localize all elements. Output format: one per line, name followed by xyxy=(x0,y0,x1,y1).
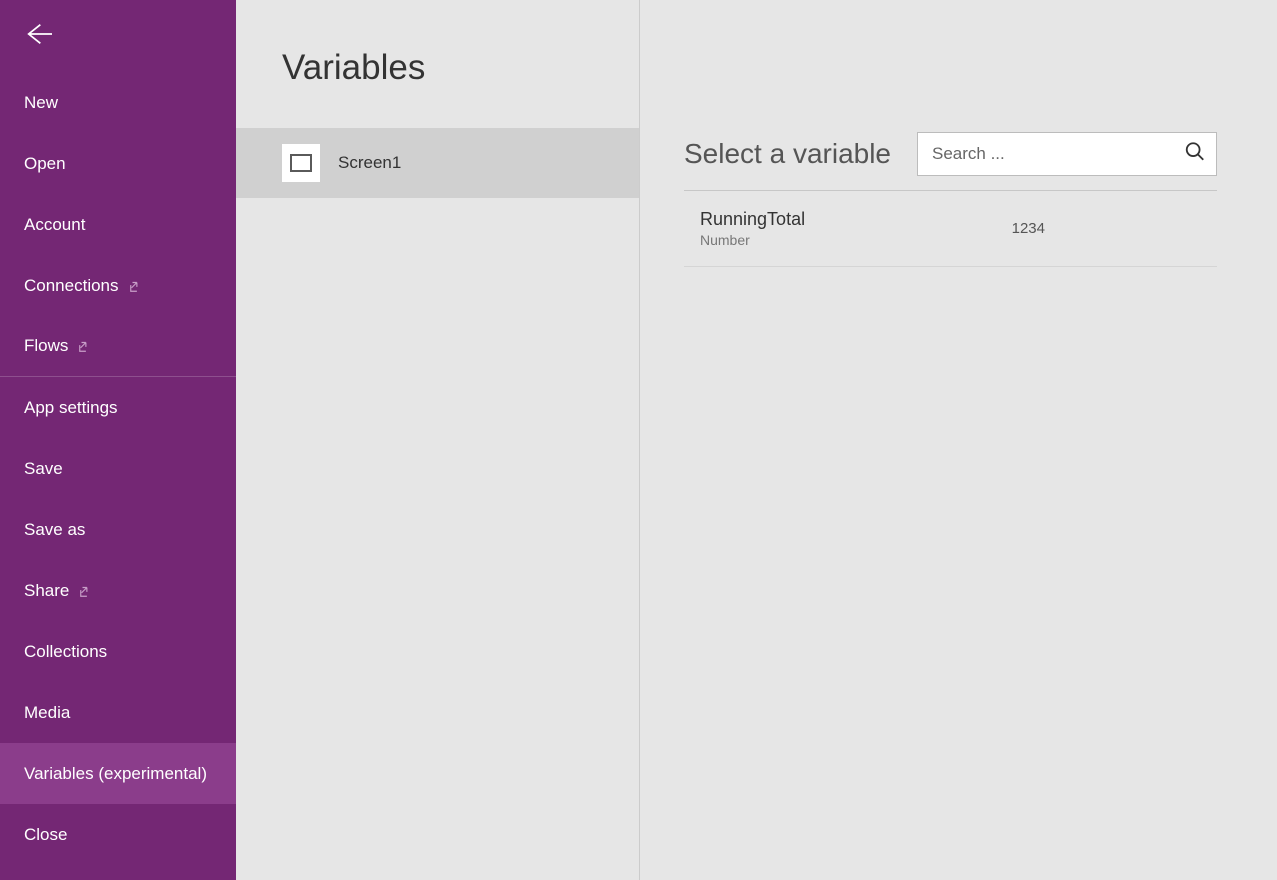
search-input[interactable] xyxy=(918,133,1216,175)
screen-icon xyxy=(282,144,320,182)
sidebar-item-save[interactable]: Save xyxy=(0,438,236,499)
sidebar-item-account[interactable]: Account xyxy=(0,194,236,255)
back-arrow-icon xyxy=(24,20,52,53)
sidebar-menu: New Open Account Connections Flows App s… xyxy=(0,72,236,865)
sidebar-item-label: Close xyxy=(24,825,67,845)
sidebar-item-label: Save xyxy=(24,459,63,479)
variable-name: RunningTotal xyxy=(700,209,805,230)
variable-info: RunningTotal Number xyxy=(700,209,805,248)
file-menu-sidebar: New Open Account Connections Flows App s… xyxy=(0,0,236,880)
sidebar-item-label: New xyxy=(24,93,58,113)
variable-row-runningtotal[interactable]: RunningTotal Number 1234 xyxy=(684,191,1217,267)
variables-scope-panel: Variables Screen1 xyxy=(236,0,640,880)
sidebar-item-collections[interactable]: Collections xyxy=(0,621,236,682)
sidebar-item-close[interactable]: Close xyxy=(0,804,236,865)
sidebar-item-label: Media xyxy=(24,703,70,723)
external-link-icon xyxy=(129,279,143,293)
page-title: Variables xyxy=(236,0,639,128)
sidebar-item-flows[interactable]: Flows xyxy=(0,316,236,377)
variables-title: Select a variable xyxy=(684,138,891,170)
sidebar-item-open[interactable]: Open xyxy=(0,133,236,194)
external-link-icon xyxy=(79,584,93,598)
sidebar-item-label: Share xyxy=(24,581,69,601)
sidebar-item-share[interactable]: Share xyxy=(0,560,236,621)
search-box[interactable] xyxy=(917,132,1217,176)
variable-type: Number xyxy=(700,232,805,248)
search-icon xyxy=(1184,141,1206,168)
sidebar-item-label: Variables (experimental) xyxy=(24,764,207,784)
sidebar-item-label: Account xyxy=(24,215,85,235)
sidebar-item-variables[interactable]: Variables (experimental) xyxy=(0,743,236,804)
sidebar-item-app-settings[interactable]: App settings xyxy=(0,377,236,438)
external-link-icon xyxy=(78,339,92,353)
sidebar-item-label: Connections xyxy=(24,276,119,296)
variable-value: 1234 xyxy=(1012,220,1045,237)
scope-item-screen1[interactable]: Screen1 xyxy=(236,128,639,198)
sidebar-item-new[interactable]: New xyxy=(0,72,236,133)
variables-header: Select a variable xyxy=(684,132,1217,191)
sidebar-item-media[interactable]: Media xyxy=(0,682,236,743)
scope-item-label: Screen1 xyxy=(338,153,401,173)
sidebar-item-connections[interactable]: Connections xyxy=(0,255,236,316)
sidebar-item-label: App settings xyxy=(24,398,118,418)
variables-detail-panel: Select a variable RunningTotal Number 12… xyxy=(640,0,1277,880)
sidebar-item-label: Collections xyxy=(24,642,107,662)
sidebar-item-label: Flows xyxy=(24,336,68,356)
back-button[interactable] xyxy=(0,0,236,72)
sidebar-item-label: Open xyxy=(24,154,66,174)
sidebar-item-label: Save as xyxy=(24,520,85,540)
sidebar-item-save-as[interactable]: Save as xyxy=(0,499,236,560)
